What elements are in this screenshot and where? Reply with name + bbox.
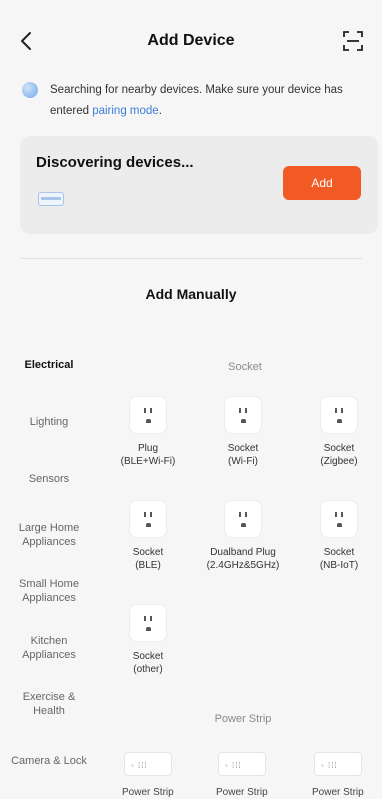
- device-name: Socket (Zigbee): [320, 443, 358, 467]
- device-socket-other[interactable]: Socket (other): [103, 604, 193, 676]
- device-socket-zigbee[interactable]: Socket (Zigbee): [294, 396, 382, 468]
- add-button[interactable]: Add: [283, 166, 361, 200]
- search-hint: Searching for nearby devices. Make sure …: [50, 80, 360, 122]
- add-manually-title: Add Manually: [145, 286, 237, 302]
- power-strip-label: Power Strip: [312, 787, 364, 798]
- section-socket-label: Socket: [228, 361, 262, 373]
- hint-end: .: [158, 105, 162, 117]
- discovering-title: Discovering devices...: [36, 154, 194, 171]
- power-strip-icon[interactable]: ◦ ⁞⁞⁞: [124, 752, 172, 776]
- device-name: Socket (other): [132, 651, 164, 675]
- device-plug-ble-wifi[interactable]: Plug (BLE+Wi-Fi): [103, 396, 193, 468]
- category-lighting[interactable]: Lighting: [6, 415, 92, 429]
- section-power-strip-label: Power Strip: [214, 713, 272, 725]
- scan-icon[interactable]: [342, 30, 364, 52]
- power-strip-label: Power Strip: [216, 787, 268, 798]
- device-socket-nb-iot[interactable]: Socket (NB-IoT): [294, 500, 382, 572]
- page-title: Add Device: [147, 32, 235, 49]
- category-camera-lock[interactable]: Camera & Lock: [6, 754, 92, 768]
- category-small-home-appliances[interactable]: Small Home Appliances: [6, 577, 92, 605]
- device-name: Socket (Wi-Fi): [227, 443, 259, 467]
- socket-icon: [129, 396, 167, 434]
- category-electrical[interactable]: Electrical: [6, 358, 92, 372]
- top-bar: Add Device: [0, 0, 382, 84]
- socket-icon: [129, 500, 167, 538]
- device-name: Dualband Plug (2.4GHz&5GHz): [206, 547, 280, 571]
- device-socket-wifi[interactable]: Socket (Wi-Fi): [198, 396, 288, 468]
- power-strip-icon[interactable]: ◦ ⁞⁞⁞: [314, 752, 362, 776]
- device-name: Plug (BLE+Wi-Fi): [120, 443, 176, 467]
- device-dualband-plug[interactable]: Dualband Plug (2.4GHz&5GHz): [198, 500, 288, 572]
- socket-icon: [224, 396, 262, 434]
- socket-icon: [320, 396, 358, 434]
- category-large-home-appliances[interactable]: Large Home Appliances: [6, 521, 92, 549]
- pairing-mode-link[interactable]: pairing mode: [92, 105, 158, 117]
- device-name: Socket (NB-IoT): [319, 547, 359, 571]
- device-socket-ble[interactable]: Socket (BLE): [103, 500, 193, 572]
- socket-icon: [224, 500, 262, 538]
- power-strip-label: Power Strip: [122, 787, 174, 798]
- category-exercise-health[interactable]: Exercise & Health: [6, 690, 92, 718]
- category-kitchen-appliances[interactable]: Kitchen Appliances: [6, 634, 92, 662]
- discovering-card: Discovering devices... Add: [20, 136, 378, 234]
- socket-icon: [129, 604, 167, 642]
- divider: [20, 258, 362, 259]
- power-strip-icon[interactable]: ◦ ⁞⁞⁞: [218, 752, 266, 776]
- bluetooth-searching-icon: [22, 82, 38, 98]
- socket-icon: [320, 500, 358, 538]
- category-sensors[interactable]: Sensors: [6, 472, 92, 486]
- discovered-device-icon[interactable]: [38, 192, 64, 206]
- device-name: Socket (BLE): [132, 547, 164, 571]
